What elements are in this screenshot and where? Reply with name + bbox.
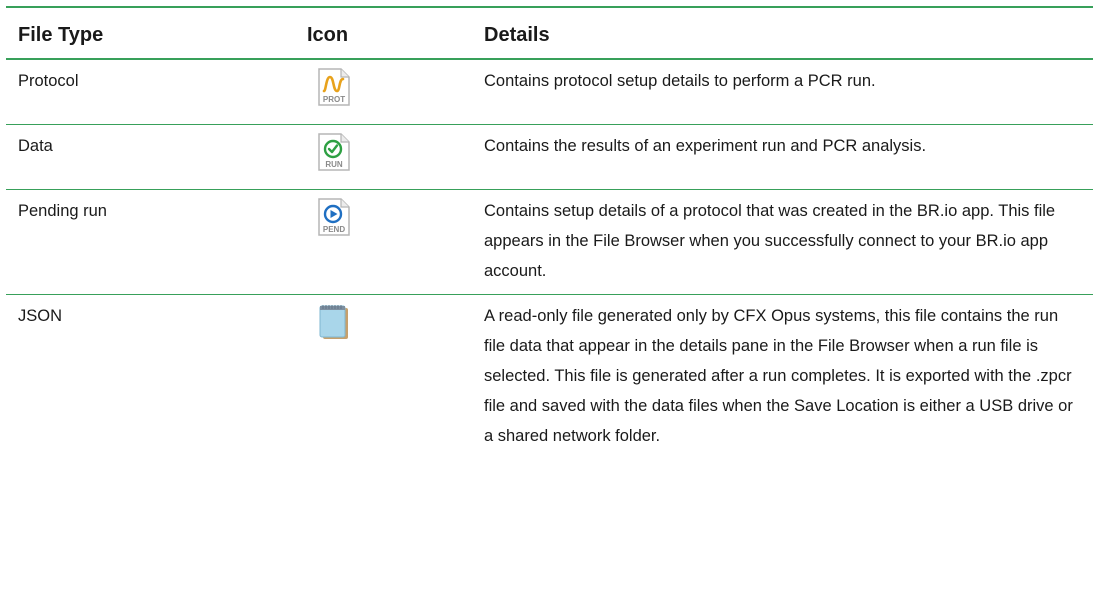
file-type-cell: Protocol (6, 59, 295, 125)
file-types-table: File Type Icon Details Protocol PROT Con… (6, 6, 1093, 459)
icon-cell: PROT (295, 59, 472, 125)
table-header-row: File Type Icon Details (6, 6, 1093, 60)
details-cell: Contains the results of an experiment ru… (472, 124, 1093, 190)
file-type-cell: JSON (18, 307, 63, 325)
header-details: Details (472, 6, 1093, 60)
pending-run-file-icon: PEND (317, 198, 351, 236)
header-icon: Icon (295, 6, 472, 60)
icon-cell: RUN (295, 124, 472, 190)
table-row: Data RUN Contains the results of an expe… (6, 124, 1093, 190)
notepad-icon (317, 303, 351, 341)
icon-label: RUN (325, 160, 343, 169)
run-data-file-icon: RUN (317, 133, 351, 171)
details-cell: A read-only file generated only by CFX O… (484, 307, 1073, 445)
protocol-file-icon: PROT (317, 68, 351, 106)
icon-label: PROT (323, 95, 345, 104)
table-row: JSON A read-only file generated only by … (6, 295, 1093, 460)
table-row: Protocol PROT Contains protocol setup de… (6, 59, 1093, 125)
file-type-cell: Data (6, 124, 295, 190)
icon-label: PEND (323, 225, 345, 234)
details-cell: Contains protocol setup details to perfo… (472, 59, 1093, 125)
file-type-cell: Pending run (6, 189, 295, 295)
icon-cell (295, 295, 472, 460)
header-file-type: File Type (6, 6, 295, 60)
icon-cell: PEND (295, 189, 472, 295)
table-row: Pending run PEND Contains setup details … (6, 189, 1093, 295)
details-cell: Contains setup details of a protocol tha… (472, 189, 1093, 295)
